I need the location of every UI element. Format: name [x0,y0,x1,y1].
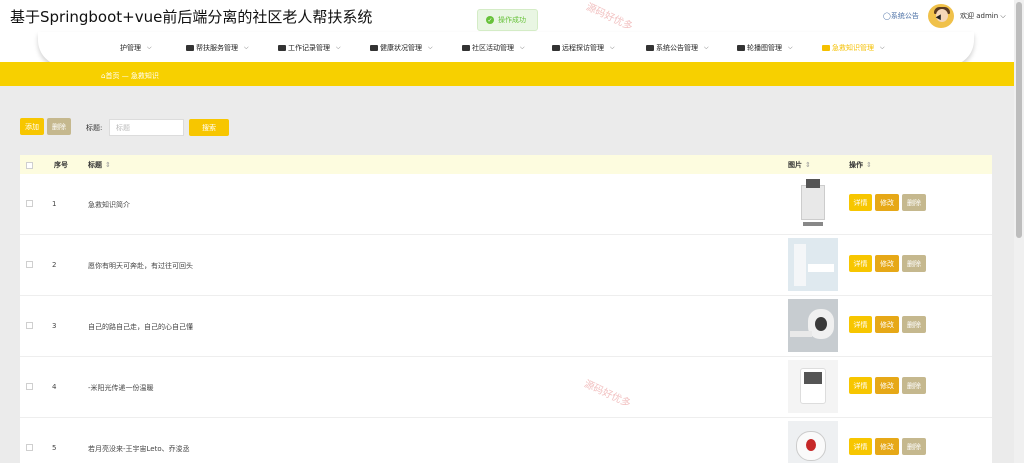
chevron-down-icon: ⌵ [998,12,1006,20]
column-header-index: 序号 [54,161,68,169]
nav-item-health[interactable]: 健康状况管理 ⌵ [370,43,433,53]
detail-button[interactable]: 详情 [849,316,872,333]
table-row: 1 急救知识简介 详情 修改 删除 [20,174,992,235]
success-toast: ✓ 操作成功 [477,9,538,31]
image-icon [737,45,745,51]
calendar-icon [462,45,470,51]
row-index: 3 [52,322,57,330]
toast-message: 操作成功 [498,16,526,24]
sort-icon: ⇕ [866,161,872,169]
row-index: 1 [52,200,57,208]
nav-item-carousel[interactable]: 轮播图管理 ⌵ [737,43,793,53]
delete-button[interactable]: 删除 [902,255,926,272]
chevron-down-icon: ⌵ [788,44,793,51]
chevron-down-icon: ⌵ [610,44,615,51]
table-row: 3 自己的路自己走，自己的心自己懂 详情 修改 删除 [20,296,992,357]
app-title: 基于Springboot+vue前后端分离的社区老人帮扶系统 [10,8,373,26]
delete-button[interactable]: 删除 [902,194,926,211]
chevron-down-icon: ⌵ [244,44,249,51]
edit-button[interactable]: 修改 [875,438,899,455]
row-title: 愿你有明天可奔赴，有过往可回头 [88,262,193,270]
breadcrumb-home[interactable]: 首页 [105,72,119,80]
title-search-input[interactable]: 标题 [109,119,184,136]
chevron-down-icon: ⌵ [520,44,525,51]
breadcrumb-current: 急救知识 [130,72,159,80]
sort-icon: ⇕ [105,161,111,169]
row-image [788,360,838,413]
edit-button[interactable]: 修改 [875,255,899,272]
nav-item-work-records[interactable]: 工作记录管理 ⌵ [278,43,341,53]
sort-icon: ⇕ [805,161,811,169]
edit-button[interactable]: 修改 [875,316,899,333]
row-image [788,299,838,352]
table-header: 序号 标题 ⇕ 图片 ⇕ 操作 ⇕ [20,155,992,174]
nav-item-activities[interactable]: 社区活动管理 ⌵ [462,43,525,53]
nav-item-remote-visits[interactable]: 远程探访管理 ⌵ [552,43,615,53]
row-title: 若月亮没来-王宇宙Leto、乔浚丞 [88,445,190,453]
search-button[interactable]: 搜索 [189,119,229,136]
breadcrumb-separator: — [121,72,129,80]
bell-icon: ◯ [883,12,891,20]
check-circle-icon: ✓ [486,16,494,24]
page-scrollbar[interactable] [1014,0,1024,463]
chevron-down-icon: ⌵ [147,44,152,51]
archive-icon [278,45,286,51]
row-checkbox[interactable] [26,383,33,390]
delete-button[interactable]: 删除 [902,438,926,455]
table-row: 5 若月亮没来-王宇宙Leto、乔浚丞 详情 修改 删除 [20,418,992,463]
nav-item-first-aid[interactable]: 急救知识管理 ⌵ [822,43,885,53]
nav-item-assistance[interactable]: 帮扶服务管理 ⌵ [186,43,249,53]
add-button[interactable]: 添加 [20,118,44,135]
column-header-actions: 操作 ⇕ [849,161,872,169]
row-title: 急救知识简介 [88,201,130,209]
search-label: 标题: [86,124,103,132]
delete-button[interactable]: 删除 [902,316,926,333]
megaphone-icon [646,45,654,51]
row-image [788,177,838,230]
chevron-down-icon: ⌵ [704,44,709,51]
user-menu[interactable]: 欢迎 admin ⌵ [960,11,1006,21]
row-index: 2 [52,261,57,269]
nav-item-care[interactable]: 护管理 ⌵ [120,43,152,53]
table-row: 4 -米阳光传递一份温暖 详情 修改 删除 [20,357,992,418]
detail-button[interactable]: 详情 [849,438,872,455]
monitor-icon [370,45,378,51]
breadcrumb: ⌂首页 — 急救知识 [101,71,159,81]
firstaid-icon [822,45,830,51]
column-header-image[interactable]: 图片 ⇕ [788,160,811,170]
system-notice-link[interactable]: ◯系统公告 [883,11,919,21]
first-aid-table: 序号 标题 ⇕ 图片 ⇕ 操作 ⇕ 1 急救知识简介 详情 修改 删除 2 愿你有明天… [20,155,992,463]
row-index: 4 [52,383,57,391]
chevron-down-icon: ⌵ [336,44,341,51]
row-image [788,421,838,463]
video-icon [552,45,560,51]
table-row: 2 愿你有明天可奔赴，有过往可回头 详情 修改 删除 [20,235,992,296]
detail-button[interactable]: 详情 [849,194,872,211]
home-icon [186,45,194,51]
row-title: -米阳光传递一份温暖 [88,384,154,392]
row-index: 5 [52,444,57,452]
row-checkbox[interactable] [26,444,33,451]
column-header-title[interactable]: 标题 ⇕ [88,160,111,170]
main-nav: 护管理 ⌵ 帮扶服务管理 ⌵ 工作记录管理 ⌵ 健康状况管理 ⌵ 社区活动管理 ⌵ 远程探… [38,32,974,66]
row-title: 自己的路自己走，自己的心自己懂 [88,323,193,331]
row-checkbox[interactable] [26,322,33,329]
detail-button[interactable]: 详情 [849,377,872,394]
delete-button[interactable]: 删除 [902,377,926,394]
chevron-down-icon: ⌵ [880,44,885,51]
edit-button[interactable]: 修改 [875,194,899,211]
bulk-delete-button[interactable]: 删除 [47,118,71,135]
edit-button[interactable]: 修改 [875,377,899,394]
row-checkbox[interactable] [26,200,33,207]
nav-item-announcements[interactable]: 系统公告管理 ⌵ [646,43,709,53]
row-checkbox[interactable] [26,261,33,268]
detail-button[interactable]: 详情 [849,255,872,272]
chevron-down-icon: ⌵ [428,44,433,51]
row-image [788,238,838,291]
select-all-checkbox[interactable] [26,162,33,169]
